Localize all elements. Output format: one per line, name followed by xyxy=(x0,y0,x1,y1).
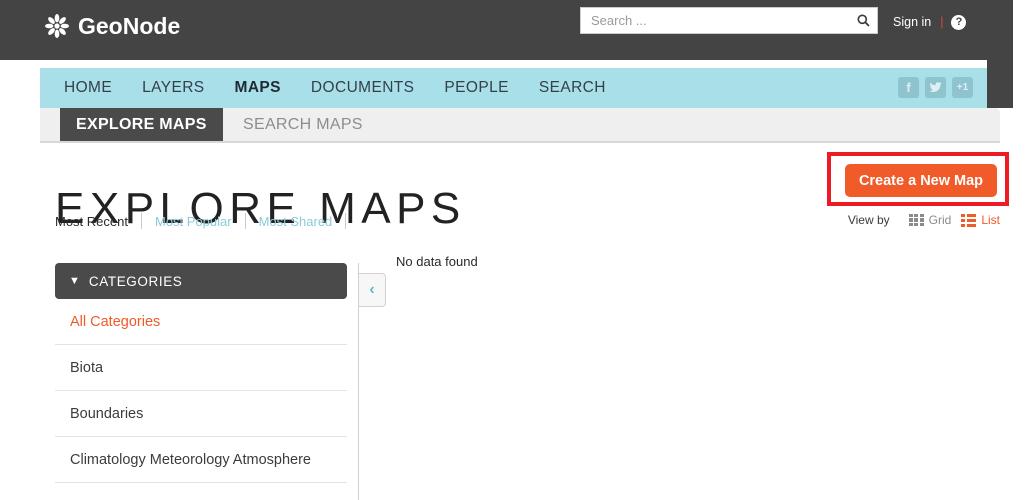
nav-item-maps[interactable]: MAPS xyxy=(235,79,281,97)
view-mode-grid-label: Grid xyxy=(928,213,952,227)
view-mode-list-label: List xyxy=(981,213,1000,227)
tab-explore-maps[interactable]: EXPLORE MAPS xyxy=(60,108,223,141)
tab-strip-shadow xyxy=(40,141,1000,143)
sidebar-collapse-button[interactable]: ‹ xyxy=(359,273,386,307)
sort-link-most-popular[interactable]: Most Popular xyxy=(155,214,232,229)
sort-bar: Most Recent Most Popular Most Shared xyxy=(55,211,359,231)
brand-name: GeoNode xyxy=(78,13,181,39)
category-item-all-categories[interactable]: All Categories xyxy=(55,299,347,345)
sort-link-most-recent[interactable]: Most Recent xyxy=(55,214,128,229)
nav-items: HOME LAYERS MAPS DOCUMENTS PEOPLE SEARCH xyxy=(64,68,636,108)
chevron-left-icon: ‹ xyxy=(369,281,375,298)
twitter-icon[interactable] xyxy=(925,77,946,98)
categories-sidebar: ▼ CATEGORIES All Categories Biota Bounda… xyxy=(55,263,347,483)
list-view-icon xyxy=(961,213,977,227)
sort-divider xyxy=(345,213,347,229)
brand-logo-link[interactable]: GeoNode xyxy=(44,8,180,44)
sort-divider xyxy=(244,213,246,229)
view-mode-grid-button[interactable]: Grid xyxy=(908,213,952,227)
view-by-label: View by xyxy=(847,213,890,227)
account-area: Sign in | ? xyxy=(893,13,967,31)
tab-strip: EXPLORE MAPS SEARCH MAPS xyxy=(40,108,1000,141)
search-box[interactable] xyxy=(580,7,878,34)
view-mode-list-button[interactable]: List xyxy=(961,213,1000,227)
nav-item-layers[interactable]: LAYERS xyxy=(142,79,204,97)
nav-item-documents[interactable]: DOCUMENTS xyxy=(311,79,415,97)
create-new-map-button[interactable]: Create a New Map xyxy=(845,164,997,197)
category-item-climatology-meteorology-atmosphere[interactable]: Climatology Meteorology Atmosphere xyxy=(55,437,347,483)
navbar-dark-right-edge xyxy=(987,60,1013,108)
sort-divider xyxy=(140,213,142,229)
categories-list: All Categories Biota Boundaries Climatol… xyxy=(55,299,347,483)
nav-item-home[interactable]: HOME xyxy=(64,79,112,97)
geonode-asterisk-logo-icon xyxy=(44,13,70,39)
sort-link-most-shared[interactable]: Most Shared xyxy=(259,214,333,229)
chevron-down-icon: ▼ xyxy=(69,274,80,287)
header-separator: | xyxy=(940,15,944,29)
category-item-boundaries[interactable]: Boundaries xyxy=(55,391,347,437)
category-item-biota[interactable]: Biota xyxy=(55,345,347,391)
grid-view-icon xyxy=(908,213,924,227)
tab-search-maps[interactable]: SEARCH MAPS xyxy=(233,108,373,141)
nav-item-people[interactable]: PEOPLE xyxy=(444,79,508,97)
header-right-margin xyxy=(1013,0,1028,60)
help-icon[interactable]: ? xyxy=(951,14,967,30)
categories-header-toggle[interactable]: ▼ CATEGORIES xyxy=(55,263,347,299)
categories-header-title: CATEGORIES xyxy=(88,273,183,289)
google-plus-one-icon[interactable]: +1 xyxy=(952,77,973,98)
view-by-controls: View by Grid List xyxy=(848,211,1000,229)
social-icons: f +1 xyxy=(898,77,973,98)
sign-in-link[interactable]: Sign in xyxy=(893,15,931,29)
nav-item-search[interactable]: SEARCH xyxy=(539,79,606,97)
search-submit-button[interactable] xyxy=(849,8,877,33)
main-navigation-bar: HOME LAYERS MAPS DOCUMENTS PEOPLE SEARCH… xyxy=(40,68,987,108)
top-header-bar: GeoNode Sign in | ? xyxy=(0,0,1013,60)
search-icon xyxy=(857,14,870,27)
empty-results-message: No data found xyxy=(396,254,478,269)
facebook-icon[interactable]: f xyxy=(898,77,919,98)
search-input[interactable] xyxy=(581,9,849,32)
